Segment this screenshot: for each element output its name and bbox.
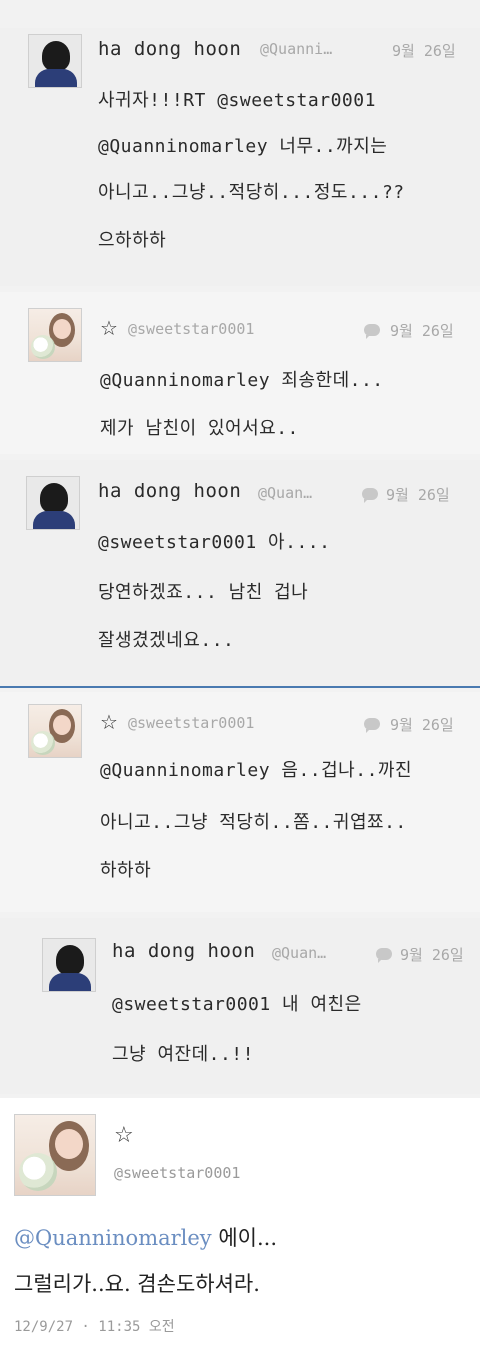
tweet-body-line: 그럴리가..요. 겸손도하셔라. [14, 1272, 260, 1296]
user-name: ha dong hoon [98, 38, 242, 60]
tweet-text-line: 하하하 [100, 860, 152, 881]
user-handle: @Quanni… [260, 40, 333, 58]
user-handle: @sweetstar0001 [128, 714, 255, 732]
tweet-card[interactable]: ha dong hoon @Quan… 9월 26일 @sweetstar000… [0, 460, 480, 686]
user-handle: @Quan… [272, 944, 327, 962]
tweet-text-line: @Quanninomarley 음..겁나..까진 [100, 760, 413, 781]
avatar[interactable] [14, 1114, 96, 1196]
favorite-star-icon[interactable]: ☆ [100, 712, 118, 732]
tweet-text-line: 잘생겼겠네요... [98, 630, 235, 651]
user-name: ha dong hoon [98, 480, 242, 502]
tweet-text-line: @sweetstar0001 아.... [98, 532, 331, 553]
tweet-text-line: 제가 남친이 있어서요.. [100, 418, 299, 439]
tweet-body-line: @Quanninomarley 에이... [14, 1222, 277, 1252]
tweet-text-line: 아니고..그냥 적당히..쫌..귀엽쬬.. [100, 812, 407, 833]
tweet-card[interactable]: ha dong hoon @Quan… 9월 26일 @sweetstar000… [0, 918, 480, 1094]
avatar[interactable] [26, 476, 80, 530]
tweet-card[interactable]: ☆ @sweetstar0001 9월 26일 @Quanninomarley … [0, 292, 480, 454]
mention-link[interactable]: @Quanninomarley [14, 1226, 212, 1250]
avatar[interactable] [42, 938, 96, 992]
favorite-star-icon[interactable]: ☆ [100, 318, 118, 338]
tweet-text-line: @Quanninomarley 죄송한데... [100, 370, 384, 391]
user-handle: @sweetstar0001 [114, 1164, 241, 1182]
tweet-date: 9월 26일 [390, 322, 454, 340]
tweet-card[interactable]: ha dong hoon @Quanni… 9월 26일 사귀자!!!RT @s… [0, 28, 480, 286]
tweet-text-line: 아니고..그냥..적당히...정도...?? [98, 182, 405, 203]
user-handle: @Quan… [258, 484, 313, 502]
tweet-card[interactable]: ☆ @sweetstar0001 9월 26일 @Quanninomarley … [0, 692, 480, 912]
avatar[interactable] [28, 34, 82, 88]
tweet-text-line: @sweetstar0001 내 여친은 [112, 994, 362, 1015]
reply-bubble-icon [376, 948, 392, 963]
tweet-date: 9월 26일 [386, 486, 450, 504]
user-handle: @sweetstar0001 [128, 320, 255, 338]
tweet-text-line: 당연하겠죠... 남친 겁나 [98, 582, 309, 603]
favorite-star-icon[interactable]: ☆ [114, 1125, 134, 1147]
reply-bubble-icon [364, 324, 380, 339]
tweet-text-line: 사귀자!!!RT @sweetstar0001 [98, 90, 376, 111]
user-name: ha dong hoon [112, 940, 256, 962]
reply-bubble-icon [364, 718, 380, 733]
tweet-text-line: 그냥 여잔데..!! [112, 1044, 254, 1065]
tweet-text-line: 으하하하 [98, 230, 167, 251]
tweet-detail: ☆ @sweetstar0001 @Quanninomarley 에이... 그… [0, 1098, 480, 1364]
avatar[interactable] [28, 308, 82, 362]
avatar[interactable] [28, 704, 82, 758]
reply-bubble-icon [362, 488, 378, 503]
tweet-text-line: @Quanninomarley 너무..까지는 [98, 136, 388, 157]
tweet-date: 9월 26일 [392, 42, 456, 60]
tweet-date: 9월 26일 [390, 716, 454, 734]
selection-divider [0, 686, 480, 688]
tweet-text: 에이... [211, 1226, 278, 1250]
tweet-timestamp: 12/9/27 · 11:35 오전 [14, 1319, 175, 1335]
tweet-date: 9월 26일 [400, 946, 464, 964]
